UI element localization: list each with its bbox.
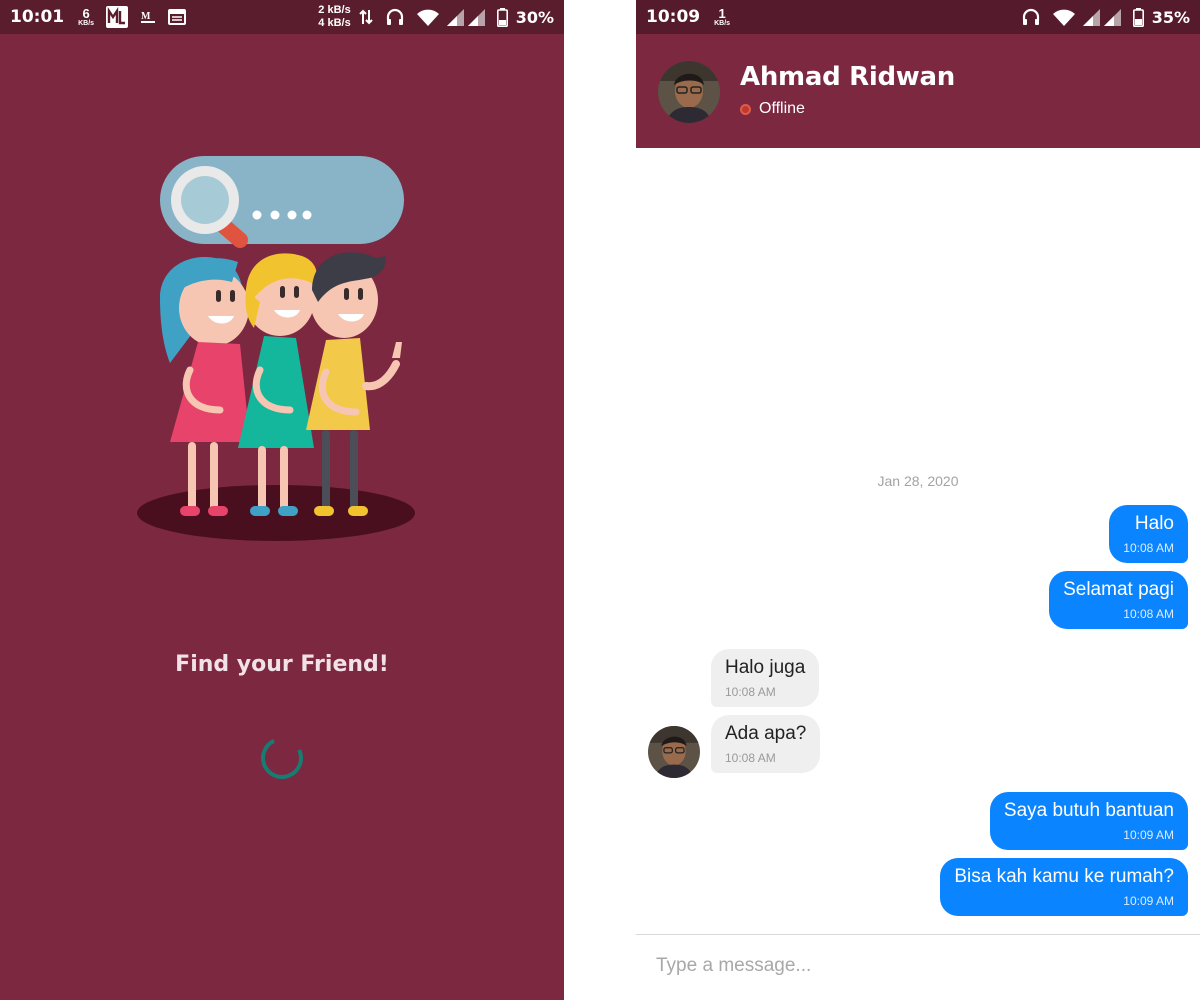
network-speed-value: 6 bbox=[82, 6, 90, 21]
calendar-icon bbox=[168, 8, 187, 26]
status-bar: 10:01 6 KB/s M 2 kB/s 4 kB/s 30% bbox=[0, 0, 564, 34]
signal-strength-icon bbox=[1082, 8, 1123, 26]
message-time: 10:08 AM bbox=[725, 685, 776, 699]
message-bubble-outgoing[interactable]: Selamat pagi 10:08 AM bbox=[1049, 571, 1188, 629]
network-speed-unit: KB/s bbox=[78, 20, 95, 27]
data-transfer-icon bbox=[358, 8, 373, 26]
signal-strength-icon bbox=[446, 8, 487, 26]
network-speed: 6 KB/s bbox=[78, 7, 94, 27]
headphones-icon bbox=[385, 7, 405, 27]
message-bubble-incoming[interactable]: Halo juga 10:08 AM bbox=[711, 649, 820, 707]
message-input[interactable] bbox=[656, 946, 1176, 986]
message-time: 10:08 AM bbox=[1123, 607, 1174, 621]
offline-dot-icon bbox=[740, 103, 751, 115]
transfer-rates: 2 kB/s 4 kB/s bbox=[318, 4, 350, 29]
message-time: 10:08 AM bbox=[1123, 541, 1174, 555]
svg-text:M: M bbox=[141, 11, 151, 22]
app-notification-icon bbox=[106, 6, 129, 28]
message-text: Halo bbox=[1134, 513, 1174, 534]
battery-percent: 30% bbox=[515, 7, 554, 27]
gmail-icon: M bbox=[140, 10, 156, 24]
date-separator: Jan 28, 2020 bbox=[877, 473, 959, 489]
message-text: Saya butuh bantuan bbox=[1003, 800, 1174, 821]
network-speed-value: 1 bbox=[718, 6, 726, 21]
presence-status: Offline bbox=[740, 100, 805, 118]
message-text: Bisa kah kamu ke rumah? bbox=[954, 866, 1174, 887]
wifi-icon bbox=[1052, 9, 1075, 26]
message-text: Selamat pagi bbox=[1063, 579, 1174, 600]
message-time: 10:09 AM bbox=[1123, 894, 1174, 908]
friends-search-illustration bbox=[137, 156, 415, 541]
chat-header: Ahmad Ridwan Offline bbox=[636, 34, 1200, 148]
network-speed: 1 KB/s bbox=[714, 7, 730, 27]
contact-avatar[interactable] bbox=[658, 61, 720, 123]
status-bar: 10:09 1 KB/s 35% bbox=[636, 0, 1200, 34]
splash-title: Find your Friend! bbox=[175, 652, 389, 677]
wifi-icon bbox=[416, 9, 439, 26]
battery-icon bbox=[1132, 7, 1144, 27]
message-text: Halo juga bbox=[725, 657, 806, 678]
sender-avatar[interactable] bbox=[648, 726, 700, 778]
presence-label: Offline bbox=[759, 100, 805, 117]
network-speed-unit: KB/s bbox=[714, 20, 731, 27]
message-bubble-outgoing[interactable]: Halo 10:08 AM bbox=[1109, 505, 1188, 563]
download-rate: 4 kB/s bbox=[318, 17, 351, 29]
battery-percent: 35% bbox=[1151, 7, 1190, 27]
battery-icon bbox=[496, 7, 508, 27]
composer-divider bbox=[636, 934, 1200, 935]
message-bubble-outgoing[interactable]: Saya butuh bantuan 10:09 AM bbox=[989, 792, 1188, 850]
message-time: 10:08 AM bbox=[725, 751, 776, 765]
message-bubble-incoming[interactable]: Ada apa? 10:08 AM bbox=[711, 715, 821, 773]
contact-name: Ahmad Ridwan bbox=[740, 62, 955, 92]
message-text: Ada apa? bbox=[725, 723, 807, 744]
splash-screen: 10:01 6 KB/s M 2 kB/s 4 kB/s 30% Find yo… bbox=[0, 0, 564, 1000]
upload-rate: 2 kB/s bbox=[318, 4, 351, 17]
chat-screen: 10:09 1 KB/s 35% Ahmad Ridwan Offline Ja… bbox=[636, 0, 1200, 1000]
message-time: 10:09 AM bbox=[1123, 828, 1174, 842]
loading-spinner bbox=[255, 731, 309, 785]
headphones-icon bbox=[1021, 7, 1041, 27]
status-time: 10:01 bbox=[10, 7, 65, 27]
message-bubble-outgoing[interactable]: Bisa kah kamu ke rumah? 10:09 AM bbox=[940, 858, 1188, 916]
status-time: 10:09 bbox=[646, 7, 701, 27]
